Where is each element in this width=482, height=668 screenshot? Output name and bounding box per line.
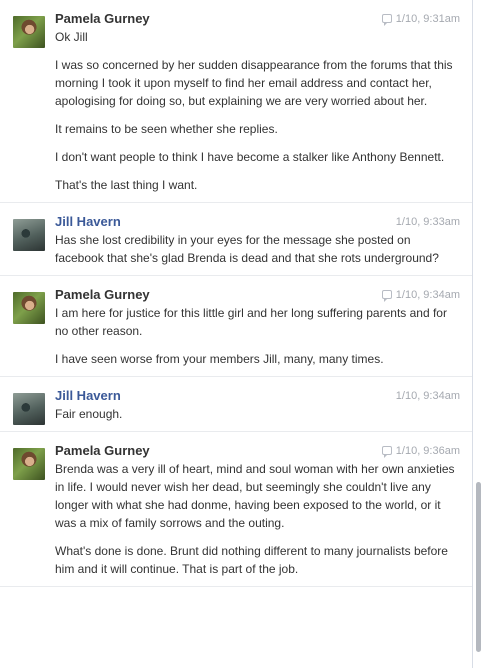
message-text: What's done is done. Brunt did nothing d… [55,544,448,576]
avatar[interactable] [13,448,45,480]
chat-bubble-icon [381,290,392,302]
avatar[interactable] [13,292,45,324]
message: Jill Havern 1/10, 9:33am Has she lost cr… [0,203,472,276]
chat-bubble-icon [381,14,392,26]
sender-name[interactable]: Jill Havern [55,388,121,403]
timestamp-text: 1/10, 9:36am [395,445,460,457]
timestamp: 1/10, 9:33am [395,216,460,228]
message-text: Fair enough. [55,407,123,421]
chat-bubble-icon [381,446,392,458]
message-text: I don't want people to think I have beco… [55,150,445,164]
sender-name[interactable]: Pamela Gurney [55,287,150,302]
message: Pamela Gurney 1/10, 9:36am Brenda was a … [0,432,472,587]
timestamp: 1/10, 9:31am [381,10,460,28]
scrollbar-thumb[interactable] [476,482,481,652]
sender-name[interactable]: Jill Havern [55,214,121,229]
message: Pamela Gurney 1/10, 9:34am I am here for… [0,276,472,377]
message: Jill Havern 1/10, 9:34am Fair enough. [0,377,472,432]
timestamp: 1/10, 9:36am [381,442,460,460]
message-text: Ok Jill [55,30,88,44]
sender-name[interactable]: Pamela Gurney [55,443,150,458]
avatar[interactable] [13,393,45,425]
message: Pamela Gurney 1/10, 9:31am Ok Jill I was… [0,0,472,203]
message-text: Has she lost credibility in your eyes fo… [55,233,439,265]
sender-name[interactable]: Pamela Gurney [55,11,150,26]
message-text: I have seen worse from your members Jill… [55,352,384,366]
message-text: Brenda was a very ill of heart, mind and… [55,462,455,530]
message-thread: Pamela Gurney 1/10, 9:31am Ok Jill I was… [0,0,473,668]
timestamp-text: 1/10, 9:34am [395,289,460,301]
message-text: I am here for justice for this little gi… [55,306,447,338]
message-text: I was so concerned by her sudden disappe… [55,58,453,108]
timestamp-text: 1/10, 9:31am [395,13,460,25]
timestamp: 1/10, 9:34am [395,390,460,402]
timestamp: 1/10, 9:34am [381,286,460,304]
message-text: That's the last thing I want. [55,178,198,192]
avatar[interactable] [13,16,45,48]
avatar[interactable] [13,219,45,251]
scrollbar[interactable] [474,0,482,668]
message-text: It remains to be seen whether she replie… [55,122,278,136]
